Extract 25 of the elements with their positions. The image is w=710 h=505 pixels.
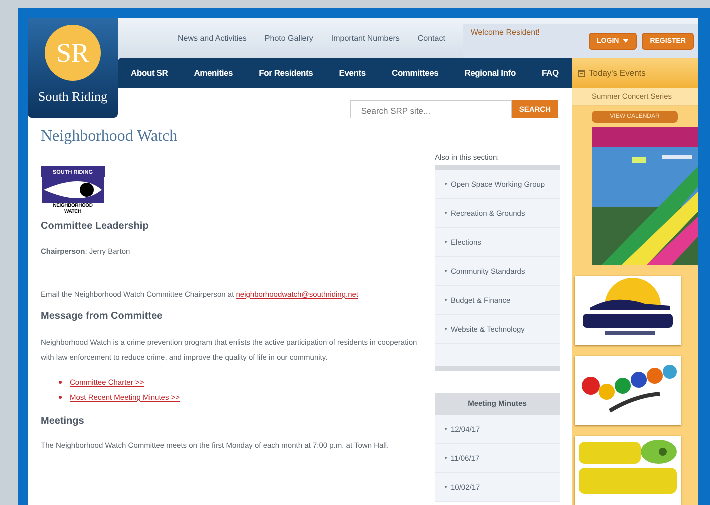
logo-initials: SR: [45, 25, 101, 81]
site-logo[interactable]: SR South Riding: [28, 18, 118, 118]
nav-item[interactable]: For Residents: [259, 68, 314, 78]
nav-item[interactable]: Amenities: [194, 68, 234, 78]
top-link[interactable]: News and Activities: [178, 34, 247, 42]
top-link[interactable]: Photo Gallery: [264, 34, 314, 42]
welcome-text: Welcome Resident!: [470, 28, 540, 37]
top-link[interactable]: Important Numbers: [331, 34, 400, 42]
bullet-icon: [59, 396, 62, 399]
section-heading: Message from Committee: [41, 311, 164, 322]
nav-item[interactable]: Regional Info: [464, 68, 516, 78]
events-title: Today's Events: [589, 68, 646, 78]
calendar-icon: [578, 70, 585, 76]
nav-item[interactable]: About SR: [131, 68, 168, 78]
top-link[interactable]: Contact: [418, 34, 446, 42]
section-heading: Committee Leadership: [41, 221, 150, 232]
caret-icon: [623, 39, 630, 43]
bullet-icon: [59, 381, 62, 384]
nav-item[interactable]: Events: [339, 68, 366, 78]
search-field[interactable]: Search SRP site...: [350, 100, 512, 118]
section-heading: Meetings: [41, 416, 86, 427]
nav-item[interactable]: FAQ: [542, 68, 559, 78]
page-title: Neighborhood Watch: [41, 128, 179, 146]
logo-name: South Riding: [38, 89, 108, 105]
nav-item[interactable]: Committees: [392, 68, 439, 78]
